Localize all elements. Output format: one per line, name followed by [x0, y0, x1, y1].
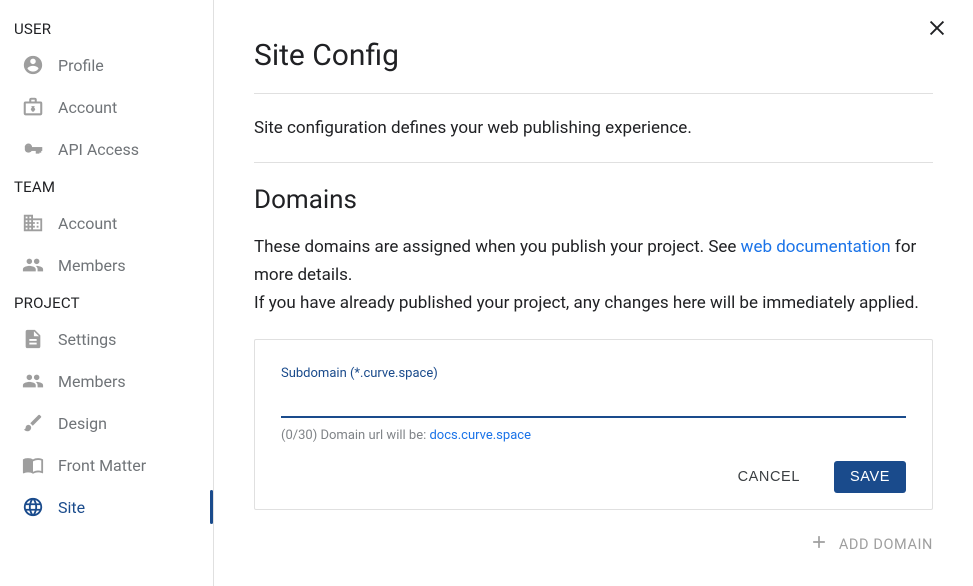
- sidebar-item-label: Site: [58, 498, 85, 517]
- divider: [254, 162, 933, 163]
- globe-icon: [22, 496, 44, 518]
- subdomain-label: Subdomain (*.curve.space): [281, 366, 906, 381]
- add-domain-button[interactable]: ADD DOMAIN: [254, 532, 933, 556]
- web-documentation-link[interactable]: web documentation: [741, 237, 891, 257]
- page-title: Site Config: [254, 38, 933, 73]
- sidebar-item-label: Members: [58, 256, 126, 275]
- brush-icon: [22, 412, 44, 434]
- briefcase-icon: [22, 96, 44, 118]
- key-icon: [22, 138, 44, 160]
- domains-desc-text: These domains are assigned when you publ…: [254, 237, 741, 257]
- subdomain-input[interactable]: [281, 385, 906, 418]
- helper-prefix: (0/30) Domain url will be:: [281, 428, 429, 443]
- group-icon: [22, 254, 44, 276]
- domain-card: Subdomain (*.curve.space) (0/30) Domain …: [254, 339, 933, 510]
- document-icon: [22, 328, 44, 350]
- book-open-icon: [22, 454, 44, 476]
- card-actions: CANCEL SAVE: [281, 461, 906, 493]
- group-icon: [22, 370, 44, 392]
- domain-icon: [22, 212, 44, 234]
- sidebar-item-design[interactable]: Design: [0, 402, 213, 444]
- main-content: Site Config Site configuration defines y…: [214, 0, 973, 586]
- sidebar-item-label: Members: [58, 372, 126, 391]
- sidebar-item-profile[interactable]: Profile: [0, 44, 213, 86]
- sidebar-item-label: Front Matter: [58, 456, 146, 475]
- section-header-user: USER: [0, 12, 213, 44]
- sidebar-item-front-matter[interactable]: Front Matter: [0, 444, 213, 486]
- sidebar-item-account[interactable]: Account: [0, 86, 213, 128]
- user-circle-icon: [22, 54, 44, 76]
- cancel-button[interactable]: CANCEL: [722, 461, 816, 493]
- sidebar-item-site[interactable]: Site: [0, 486, 213, 528]
- section-header-team: TEAM: [0, 170, 213, 202]
- save-button[interactable]: SAVE: [834, 461, 906, 493]
- subdomain-helper: (0/30) Domain url will be: docs.curve.sp…: [281, 428, 906, 443]
- page-description: Site configuration defines your web publ…: [254, 94, 933, 162]
- sidebar-item-label: API Access: [58, 140, 139, 159]
- sidebar-item-project-members[interactable]: Members: [0, 360, 213, 402]
- sidebar-item-team-account[interactable]: Account: [0, 202, 213, 244]
- domains-desc-line2: If you have already published your proje…: [254, 293, 919, 313]
- add-domain-label: ADD DOMAIN: [839, 536, 933, 553]
- sidebar-item-label: Account: [58, 98, 117, 117]
- sidebar-item-team-members[interactable]: Members: [0, 244, 213, 286]
- sidebar-item-label: Profile: [58, 56, 104, 75]
- sidebar-item-settings[interactable]: Settings: [0, 318, 213, 360]
- sidebar-item-api-access[interactable]: API Access: [0, 128, 213, 170]
- domains-description: These domains are assigned when you publ…: [254, 233, 933, 317]
- section-header-project: PROJECT: [0, 286, 213, 318]
- close-button[interactable]: [923, 14, 951, 42]
- sidebar-item-label: Design: [58, 414, 107, 433]
- helper-url: docs.curve.space: [429, 428, 531, 443]
- sidebar-item-label: Settings: [58, 330, 116, 349]
- sidebar-item-label: Account: [58, 214, 117, 233]
- plus-icon: [809, 532, 829, 556]
- sidebar: USER Profile Account API Access TEAM Acc…: [0, 0, 214, 586]
- domains-heading: Domains: [254, 185, 933, 215]
